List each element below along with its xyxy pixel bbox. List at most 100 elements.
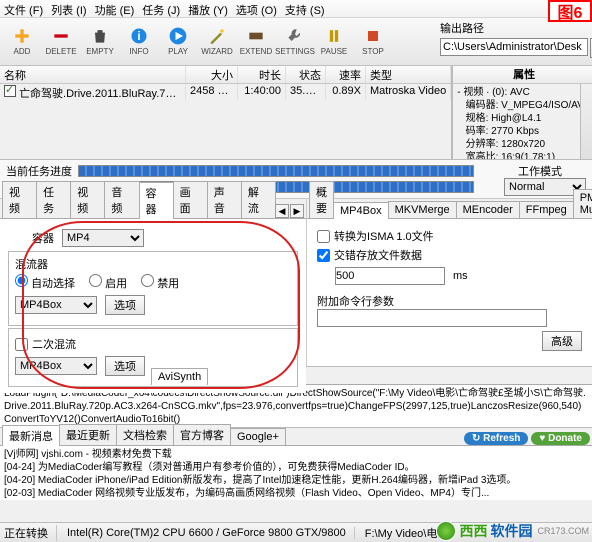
properties-body[interactable]: - 视频 · (0): AVC 编码器: V_MPEG4/ISO/AVC 规格:… [453, 84, 592, 159]
left-tab-3[interactable]: 音频 [104, 181, 139, 218]
settings-icon [283, 26, 307, 46]
news-tab-1[interactable]: 最近更新 [59, 424, 117, 445]
right-tab-1[interactable]: MP4Box [333, 202, 389, 219]
interleave-checkbox[interactable] [317, 249, 330, 262]
muxer-label: 混流器 [15, 256, 291, 272]
left-tab-5[interactable]: 画面 [173, 181, 208, 218]
menu-support[interactable]: 支持 (S) [285, 2, 325, 15]
tab-scroll-left[interactable]: ◀ [275, 204, 289, 218]
svg-text:i: i [137, 30, 140, 43]
watermark-sub: CR173.COM [537, 526, 589, 536]
muxer-options-button[interactable]: 选项 [105, 295, 145, 315]
figure-label: 图6 [548, 0, 592, 22]
row-name: 亡命驾驶.Drive.2011.BluRay.720p.AC3... [19, 88, 186, 100]
pause-icon [322, 26, 346, 46]
interleave-label: 交错存放文件数据 [334, 247, 422, 263]
right-tab-4[interactable]: FFmpeg [519, 201, 574, 218]
news-body[interactable]: [Vj师网] vjshi.com - 视频素材免费下载 [04-24] 为Med… [0, 446, 592, 500]
add-button[interactable]: ADD [3, 20, 41, 62]
left-tab-2[interactable]: 视频 [70, 181, 105, 218]
left-tab-6[interactable]: 声音 [207, 181, 242, 218]
right-tab-0[interactable]: 概要 [309, 181, 334, 218]
add-icon [10, 26, 34, 46]
toolbar-row: ADDDELETE EMPTY iINFOPLAY WIZARD EXTEND SETTI… [0, 18, 592, 66]
extend-label: EXTEND [240, 47, 272, 56]
right-tab-5[interactable]: PMP Muxer [573, 189, 592, 218]
row-size: 2458 MB [186, 84, 238, 100]
grid-row[interactable]: 亡命驾驶.Drive.2011.BluRay.720p.AC3... 2458 … [0, 84, 451, 100]
left-tab-7[interactable]: 解流 [241, 181, 276, 218]
extra-args-input[interactable] [317, 309, 547, 327]
log-tab-3[interactable]: AviSynth [151, 368, 208, 385]
wizard-icon [205, 26, 229, 46]
row-type: Matroska Video [366, 84, 451, 100]
muxer-auto-radio[interactable]: 自动选择 [15, 274, 75, 291]
stop-button[interactable]: STOP [354, 20, 392, 62]
pause-button[interactable]: PAUSE [315, 20, 353, 62]
advanced-button[interactable]: 高级 [542, 331, 582, 351]
news-tab-0[interactable]: 最新消息 [2, 425, 60, 446]
col-state[interactable]: 状态 [286, 66, 326, 83]
watermark-logo-icon [436, 521, 456, 541]
left-tab-1[interactable]: 任务 [36, 181, 71, 218]
empty-icon [88, 26, 112, 46]
row-checkbox[interactable] [4, 85, 16, 97]
news-tab-3[interactable]: 官方博客 [173, 424, 231, 445]
settings-button[interactable]: SETTINGS [276, 20, 314, 62]
muxer-enable-radio[interactable]: 启用 [89, 274, 127, 291]
empty-label: EMPTY [86, 47, 114, 56]
secondary-mux-label: 二次混流 [32, 336, 76, 352]
extend-icon [244, 26, 268, 46]
secondary-mux-checkbox[interactable] [15, 338, 28, 351]
delete-icon [49, 26, 73, 46]
right-tabstrip: 概要MP4BoxMKVMergeMEncoderFFmpegPMP Muxer [307, 199, 592, 219]
extend-button[interactable]: EXTEND [237, 20, 275, 62]
info-icon: i [127, 26, 151, 46]
col-type[interactable]: 类型 [366, 66, 451, 83]
menu-play[interactable]: 播放 (Y) [188, 2, 228, 15]
muxer-select[interactable]: MP4Box [15, 296, 97, 314]
status-cpu: Intel(R) Core(TM)2 CPU 6600 / GeForce 98… [67, 527, 355, 539]
container-format-select[interactable]: MP4 [62, 229, 144, 247]
info-button[interactable]: iINFO [120, 20, 158, 62]
ms-label: ms [453, 270, 468, 282]
left-tab-4[interactable]: 容器 [139, 182, 174, 219]
refresh-button[interactable]: ↻ Refresh [464, 432, 528, 445]
output-path-input[interactable] [440, 38, 588, 56]
menu-task[interactable]: 任务 (J) [142, 2, 180, 15]
left-tab-0[interactable]: 视频 [2, 181, 37, 218]
row-rate: 0.89X [326, 84, 366, 100]
watermark-text-2: 软件园 [490, 521, 532, 541]
wizard-label: WIZARD [201, 47, 233, 56]
isma-checkbox[interactable] [317, 230, 330, 243]
muxer-disable-radio[interactable]: 禁用 [141, 274, 179, 291]
menubar: 文件 (F) 列表 (I) 功能 (E) 任务 (J) 播放 (Y) 选项 (O… [0, 0, 592, 18]
right-tab-2[interactable]: MKVMerge [388, 201, 457, 218]
mp4box-tab-body: 转换为ISMA 1.0文件 交错存放文件数据 ms 附加命令行参数 高级 [307, 219, 592, 366]
right-tab-3[interactable]: MEncoder [456, 201, 520, 218]
secondary-mux-options-button[interactable]: 选项 [105, 356, 145, 376]
col-rate[interactable]: 速率 [326, 66, 366, 83]
donate-button[interactable]: ♥ Donate [531, 432, 590, 445]
play-button[interactable]: PLAY [159, 20, 197, 62]
wizard-button[interactable]: WIZARD [198, 20, 236, 62]
menu-file[interactable]: 文件 (F) [4, 2, 43, 15]
col-size[interactable]: 大小 [186, 66, 238, 83]
menu-func[interactable]: 功能 (E) [95, 2, 135, 15]
tab-scroll-right[interactable]: ▶ [290, 204, 304, 218]
interleave-ms-input[interactable] [335, 267, 445, 285]
secondary-mux-select[interactable]: MP4Box [15, 357, 97, 375]
delete-button[interactable]: DELETE [42, 20, 80, 62]
properties-panel: 属性 - 视频 · (0): AVC 编码器: V_MPEG4/ISO/AVC … [453, 66, 592, 159]
col-time[interactable]: 时长 [238, 66, 286, 83]
menu-options[interactable]: 选项 (O) [236, 2, 277, 15]
menu-list[interactable]: 列表 (I) [51, 2, 86, 15]
pause-label: PAUSE [321, 47, 348, 56]
col-name[interactable]: 名称 [0, 66, 186, 83]
left-tabstrip: 视频任务视频音频容器画面声音解流 ◀ ▶ [0, 199, 306, 219]
empty-button[interactable]: EMPTY [81, 20, 119, 62]
play-icon [166, 26, 190, 46]
file-grid[interactable]: 名称 大小 时长 状态 速率 类型 亡命驾驶.Drive.2011.BluRay… [0, 66, 453, 159]
news-tab-2[interactable]: 文档检索 [116, 424, 174, 445]
news-tab-4[interactable]: Google+ [230, 428, 286, 445]
